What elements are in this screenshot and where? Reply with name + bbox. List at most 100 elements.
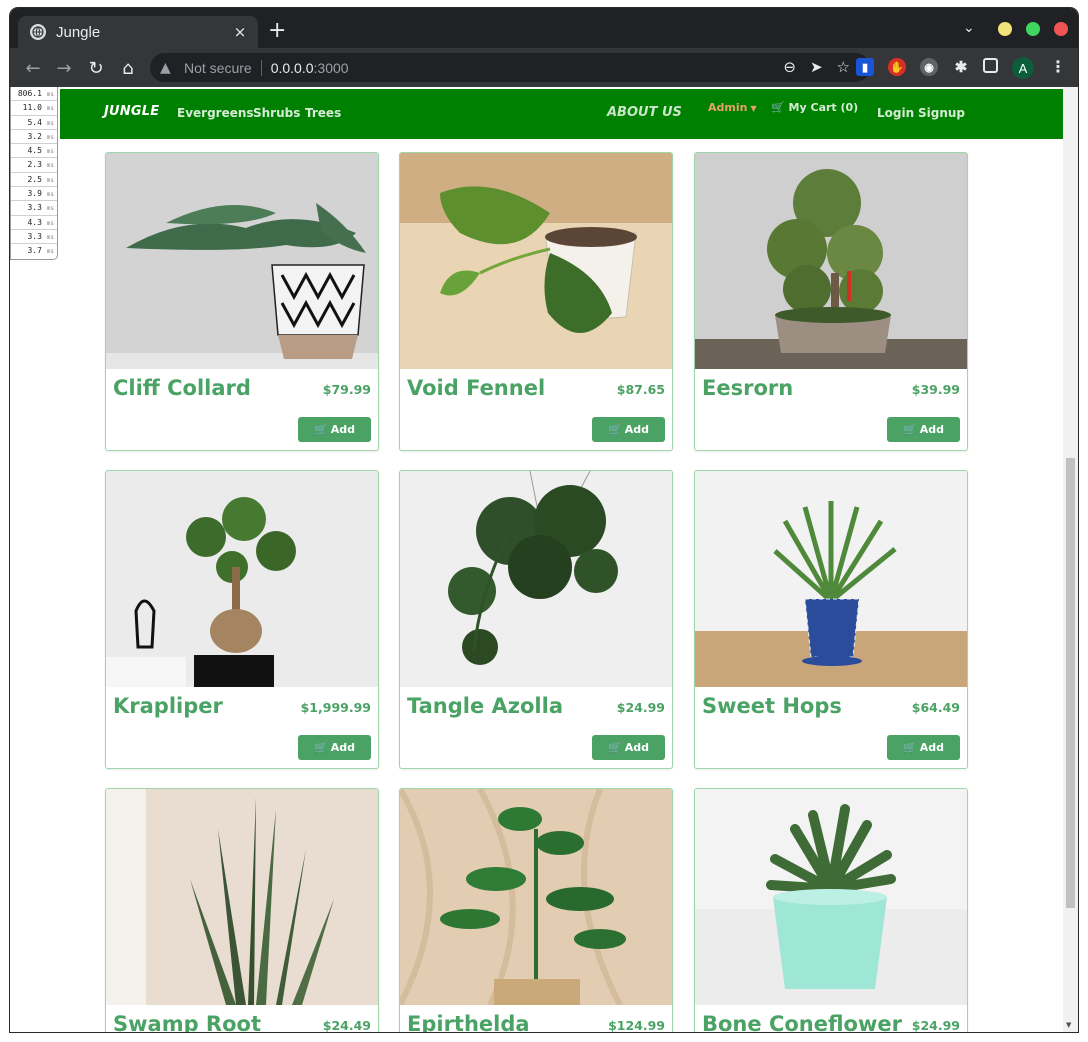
- send-icon[interactable]: ➤: [810, 58, 823, 76]
- browser-tab[interactable]: Jungle ×: [18, 16, 258, 48]
- sidebar-icon[interactable]: [983, 58, 998, 73]
- address-bar[interactable]: ▲ Not secure 0.0.0.0:3000 ⊖ ➤ ☆: [150, 53, 870, 82]
- new-tab-button[interactable]: +: [268, 20, 286, 42]
- scrollbar-thumb[interactable]: [1066, 458, 1075, 908]
- spy-extension-icon[interactable]: ◉: [920, 58, 938, 76]
- product-image[interactable]: [695, 471, 967, 687]
- timing-row: 2.3 ms: [11, 158, 57, 173]
- timing-value: 3.7: [27, 246, 42, 256]
- product-card[interactable]: Swamp Root $24.49 🛒Add: [105, 788, 379, 1032]
- security-label[interactable]: Not secure: [184, 60, 252, 76]
- timing-row: 5.4 ms: [11, 116, 57, 130]
- url-text[interactable]: 0.0.0.0:3000: [271, 60, 349, 76]
- product-card[interactable]: Bone Coneflower $24.99 🛒Add: [694, 788, 968, 1032]
- browser-toolbar: ← → ↻ ⌂ ▲ Not secure 0.0.0.0:3000 ⊖ ➤ ☆ …: [10, 48, 1078, 87]
- product-name[interactable]: Cliff Collard: [113, 376, 251, 400]
- timing-value: 806.1: [17, 89, 42, 98]
- adblock-extension-icon[interactable]: ✋: [888, 58, 906, 76]
- timing-row: 3.9 ms: [11, 187, 57, 202]
- product-name[interactable]: Eesrorn: [702, 376, 793, 400]
- product-name[interactable]: Tangle Azolla: [407, 694, 563, 718]
- add-to-cart-button[interactable]: 🛒 Add: [298, 735, 371, 760]
- brand-logo[interactable]: JUNGLE: [104, 104, 159, 119]
- timing-value: 11.0: [22, 103, 42, 113]
- product-name[interactable]: Void Fennel: [407, 376, 545, 400]
- product-image[interactable]: [695, 789, 967, 1005]
- nav-signup[interactable]: Signup: [918, 106, 965, 120]
- add-to-cart-button[interactable]: 🛒 Add: [592, 735, 665, 760]
- page-viewport: JUNGLE Evergreens Shrubs Trees ABOUT US …: [10, 87, 1078, 1032]
- add-to-cart-button[interactable]: 🛒 Add: [298, 417, 371, 442]
- forward-icon[interactable]: →: [53, 57, 75, 79]
- timing-row: 3.3 ms: [11, 230, 57, 245]
- timing-row: 2.5 ms: [11, 173, 57, 188]
- nav-about-us[interactable]: ABOUT US: [607, 105, 682, 120]
- add-to-cart-button[interactable]: 🛒 Add: [887, 417, 960, 442]
- cart-icon: 🛒: [771, 101, 785, 114]
- product-card[interactable]: Cliff Collard $79.99 🛒 Add: [105, 152, 379, 451]
- product-image[interactable]: [400, 153, 672, 369]
- product-image[interactable]: [400, 789, 672, 1005]
- product-name[interactable]: Bone Coneflower: [702, 1012, 902, 1032]
- nav-evergreens[interactable]: Evergreens: [177, 106, 254, 120]
- product-card[interactable]: Krapliper $1,999.99 🛒 Add: [105, 470, 379, 769]
- timing-panel: 806.1 ms 11.0 ms 5.4 ms 3.2 ms 4.5 ms 2.3 ms 2…: [10, 87, 58, 260]
- product-price: $64.49: [911, 700, 960, 715]
- tab-search-icon[interactable]: ⌄: [963, 20, 975, 36]
- close-tab-icon[interactable]: ×: [232, 23, 248, 41]
- product-card[interactable]: Epirthelda $124.99 🛒Add: [399, 788, 673, 1032]
- add-to-cart-button[interactable]: 🛒 Add: [592, 417, 665, 442]
- nav-shrubs[interactable]: Shrubs: [253, 106, 300, 120]
- add-label: Add: [624, 741, 649, 754]
- admin-label: Admin: [708, 101, 748, 114]
- product-image[interactable]: [106, 153, 378, 369]
- product-card[interactable]: Eesrorn $39.99 🛒 Add: [694, 152, 968, 451]
- add-label: Add: [919, 423, 944, 436]
- warning-icon[interactable]: ▲: [160, 60, 178, 76]
- product-image[interactable]: [695, 153, 967, 369]
- add-label: Add: [919, 741, 944, 754]
- product-name[interactable]: Epirthelda: [407, 1012, 530, 1032]
- menu-icon[interactable]: ⋮: [1050, 57, 1066, 76]
- omnibox-divider: [260, 59, 262, 76]
- minimize-button[interactable]: [998, 22, 1012, 36]
- star-icon[interactable]: ☆: [837, 58, 850, 76]
- nav-login[interactable]: Login: [877, 106, 914, 120]
- close-window-button[interactable]: [1054, 22, 1068, 36]
- product-price: $24.49: [322, 1018, 371, 1032]
- cart-icon: 🛒: [314, 423, 328, 436]
- maximize-button[interactable]: [1026, 22, 1040, 36]
- product-name[interactable]: Krapliper: [113, 694, 223, 718]
- nav-trees[interactable]: Trees: [305, 106, 341, 120]
- add-label: Add: [624, 423, 649, 436]
- product-card[interactable]: Sweet Hops $64.49 🛒 Add: [694, 470, 968, 769]
- add-to-cart-button[interactable]: 🛒 Add: [887, 735, 960, 760]
- product-image[interactable]: [106, 789, 378, 1005]
- scroll-down-arrow[interactable]: ▼: [1066, 1021, 1071, 1029]
- product-name[interactable]: Swamp Root: [113, 1012, 261, 1032]
- bitwarden-extension-icon[interactable]: ▮: [856, 58, 874, 76]
- avatar[interactable]: A: [1012, 57, 1034, 79]
- admin-dropdown[interactable]: Admin ▼: [708, 101, 757, 114]
- product-image[interactable]: [106, 471, 378, 687]
- puzzle-icon[interactable]: ✱: [952, 58, 970, 76]
- tab-strip: Jungle × + ⌄: [10, 8, 1078, 48]
- product-price: $24.99: [616, 700, 665, 715]
- cart-icon: 🛒: [903, 423, 917, 436]
- back-icon[interactable]: ←: [22, 57, 44, 79]
- product-card[interactable]: Void Fennel $87.65 🛒 Add: [399, 152, 673, 451]
- timing-unit: ms: [46, 162, 54, 170]
- product-price: $1,999.99: [300, 700, 371, 715]
- reload-icon[interactable]: ↻: [85, 57, 107, 79]
- product-card[interactable]: Tangle Azolla $24.99 🛒 Add: [399, 470, 673, 769]
- my-cart-link[interactable]: 🛒 My Cart (0): [771, 101, 858, 114]
- product-name[interactable]: Sweet Hops: [702, 694, 842, 718]
- timing-row: 11.0 ms: [11, 101, 57, 116]
- cart-icon: 🛒: [608, 741, 622, 754]
- zoom-out-icon[interactable]: ⊖: [783, 58, 796, 76]
- home-icon[interactable]: ⌂: [117, 57, 139, 79]
- timing-row: 806.1 ms: [11, 87, 57, 102]
- product-price: $87.65: [616, 382, 665, 397]
- page-scrollbar[interactable]: ▼: [1063, 87, 1078, 1032]
- product-image[interactable]: [400, 471, 672, 687]
